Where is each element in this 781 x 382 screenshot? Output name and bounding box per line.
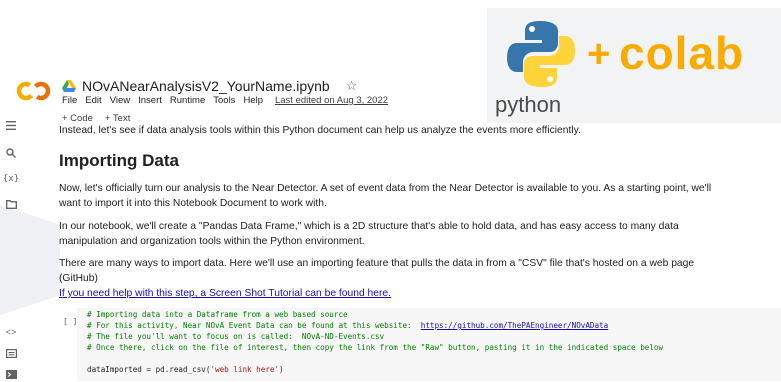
- background-wedge: [0, 205, 60, 315]
- search-icon[interactable]: [0, 148, 22, 161]
- menu-help[interactable]: Help: [243, 95, 263, 106]
- last-edited-link[interactable]: Last edited on Aug 3, 2022: [275, 95, 388, 106]
- python-colab-banner: + colab python: [487, 8, 781, 123]
- menu-bar: File Edit View Insert Runtime Tools Help…: [62, 95, 388, 106]
- code-close-paren: ): [279, 365, 284, 374]
- paragraph-3-line-1: There are many ways to import data. Here…: [59, 258, 695, 269]
- code-comment-line-4: # Once there, click on the file of inter…: [87, 343, 664, 352]
- code-string-literal: 'web link here': [210, 365, 280, 374]
- section-heading: Importing Data: [59, 151, 179, 170]
- plus-sign: +: [587, 32, 611, 76]
- title-row: NOvANearAnalysisV2_YourName.ipynb ☆: [62, 77, 357, 95]
- code-comment-line-2: # For this activity, Near NOvA Event Dat…: [87, 321, 608, 330]
- notebook-title[interactable]: NOvANearAnalysisV2_YourName.ipynb: [82, 78, 330, 94]
- menu-insert[interactable]: Insert: [138, 95, 162, 106]
- add-text-button[interactable]: + Text: [105, 113, 130, 124]
- menu-runtime[interactable]: Runtime: [170, 95, 205, 106]
- paragraph-2-line-1: In our notebook, we'll create a "Pandas …: [59, 221, 679, 232]
- colab-wordmark: colab: [619, 27, 745, 79]
- google-drive-icon: [62, 80, 76, 92]
- menu-edit[interactable]: Edit: [85, 95, 101, 106]
- code-snippets-icon[interactable]: <>: [0, 327, 22, 337]
- code-cell[interactable]: # Importing data into a Dataframe from a…: [77, 308, 781, 381]
- variables-icon[interactable]: {x}: [0, 174, 22, 184]
- code-comment-line-3: # The file you'll want to focus on is ca…: [87, 332, 385, 341]
- github-data-link[interactable]: https://github.com/ThePAEngineer/NOvADat…: [421, 321, 608, 330]
- colab-logo[interactable]: [16, 80, 52, 102]
- python-wordmark: python: [495, 92, 562, 117]
- star-icon[interactable]: ☆: [346, 78, 358, 94]
- code-statement-line: dataImported = pd.read_csv('web link her…: [87, 365, 284, 374]
- run-cell-button[interactable]: [ ]: [63, 317, 77, 326]
- paragraph-2-line-2: manipulation and organization tools with…: [59, 236, 365, 247]
- help-tutorial-link[interactable]: If you need help with this step, a Scree…: [59, 287, 391, 302]
- add-code-button[interactable]: + Code: [62, 113, 93, 124]
- paragraph-1-line-1: Now, let's officially turn our analysis …: [59, 183, 712, 194]
- menu-file[interactable]: File: [62, 95, 77, 106]
- paragraph-3-line-2: (GitHub): [59, 273, 98, 284]
- menu-tools[interactable]: Tools: [213, 95, 235, 106]
- menu-view[interactable]: View: [110, 95, 130, 106]
- folder-icon[interactable]: [0, 200, 22, 212]
- python-logo-icon: [507, 21, 575, 87]
- menu-icon[interactable]: [0, 121, 22, 133]
- command-palette-icon[interactable]: [0, 349, 22, 361]
- intro-text: Instead, let's see if data analysis tool…: [59, 125, 581, 136]
- code-comment-prefix: # For this activity, Near NOvA Event Dat…: [87, 321, 421, 330]
- code-comment-line-1: # Importing data into a Dataframe from a…: [87, 310, 348, 319]
- terminal-icon[interactable]: [0, 370, 22, 382]
- code-assignment: dataImported = pd.read_csv(: [87, 365, 211, 374]
- cell-toolbar: + Code + Text: [62, 113, 130, 124]
- paragraph-1-line-2: want to import it into this Notebook Doc…: [59, 198, 327, 209]
